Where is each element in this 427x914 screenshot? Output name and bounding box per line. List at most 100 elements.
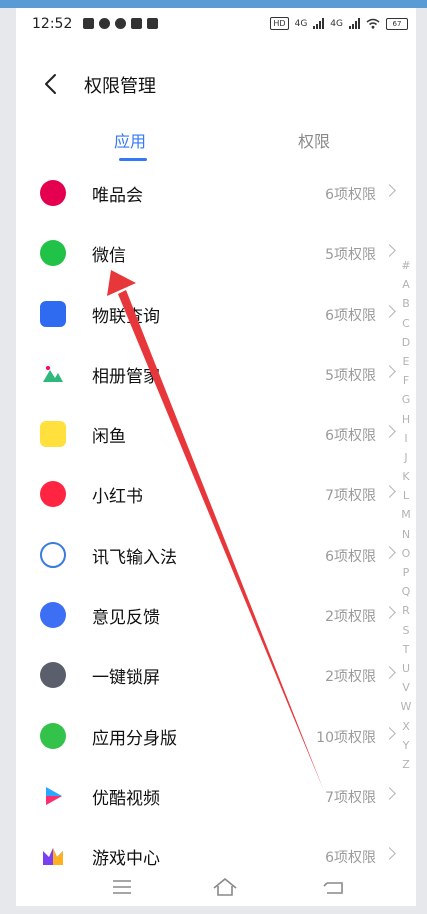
app-row-feedback[interactable]: 意见反馈 2项权限	[16, 585, 416, 645]
index-letter[interactable]: Q	[396, 582, 416, 601]
permission-count: 6项权限	[325, 428, 376, 445]
app-name: 一键锁屏	[92, 668, 160, 689]
index-letter[interactable]: G	[396, 390, 416, 409]
index-letter[interactable]: M	[396, 505, 416, 524]
menu-icon[interactable]	[109, 876, 135, 898]
index-letter[interactable]: O	[396, 544, 416, 563]
index-letter[interactable]: S	[396, 621, 416, 640]
chevron-right-icon	[383, 184, 396, 197]
chevron-right-icon	[383, 304, 396, 318]
index-letter[interactable]: P	[396, 563, 416, 582]
index-letter[interactable]: C	[396, 314, 416, 333]
signal-icon	[349, 18, 360, 29]
youku-icon	[40, 782, 66, 809]
chevron-right-icon	[383, 606, 396, 619]
app-row-xiaohongshu[interactable]: 小红书 7项权限	[16, 464, 416, 524]
permission-count: 6项权限	[325, 307, 376, 324]
app-list: 唯品会 6项权限 微信 5项权限 物联查询 6项权限 相册管家 5项权限 闲鱼	[16, 163, 416, 887]
app-row-app-clone[interactable]: 应用分身版 10项权限	[16, 706, 416, 766]
app-notification-icon	[115, 18, 126, 29]
notification-icon	[83, 18, 94, 29]
permission-count: 2项权限	[325, 669, 376, 686]
iot-query-icon	[40, 300, 66, 327]
tiktok-icon	[147, 18, 158, 29]
home-icon[interactable]	[212, 876, 238, 898]
bell-icon	[99, 18, 110, 29]
app-clone-icon	[40, 722, 66, 749]
app-name: 物联查询	[92, 306, 160, 327]
app-row-vipshop[interactable]: 唯品会 6项权限	[16, 163, 416, 223]
index-letter[interactable]: U	[396, 659, 416, 678]
permission-count: 6项权限	[325, 850, 376, 867]
signal-icon	[313, 18, 325, 29]
album-icon	[40, 360, 66, 387]
feedback-icon	[40, 602, 66, 629]
permission-count: 7项权限	[325, 488, 376, 505]
index-letter[interactable]: Z	[396, 755, 416, 774]
battery-icon: 67	[386, 17, 408, 30]
index-letter[interactable]: K	[396, 467, 416, 486]
app-row-album[interactable]: 相册管家 5项权限	[16, 344, 416, 404]
app-name: 优酷视频	[92, 788, 160, 809]
xiaohongshu-icon	[40, 481, 66, 508]
index-letter[interactable]: H	[396, 410, 416, 429]
index-letter[interactable]: I	[396, 429, 416, 448]
index-letter[interactable]: E	[396, 352, 416, 371]
tab-permissions[interactable]: 权限	[298, 128, 330, 152]
index-letter[interactable]: R	[396, 601, 416, 620]
chevron-right-icon	[383, 244, 396, 258]
index-letter[interactable]: T	[396, 640, 416, 659]
phone-screen: 12:52 HD 4G 4G 67 权限管理 应用 权限 唯品会 6项权限 微信…	[16, 8, 416, 906]
xianyu-icon	[40, 421, 66, 448]
app-name: 意见反馈	[92, 608, 160, 629]
status-bar: 12:52 HD 4G 4G 67	[16, 8, 416, 42]
alphabet-index[interactable]: # A B C D E F G H I J K L M N O P Q R S T U V W X Y Z	[396, 256, 416, 774]
index-letter[interactable]: X	[396, 717, 416, 736]
index-letter[interactable]: L	[396, 486, 416, 505]
return-icon[interactable]	[321, 876, 347, 898]
wechat-icon	[40, 240, 66, 267]
index-letter[interactable]: D	[396, 333, 416, 352]
permission-count: 2项权限	[325, 609, 376, 626]
permission-count: 10项权限	[316, 729, 376, 746]
permission-count: 5项权限	[325, 247, 376, 264]
status-right: HD 4G 4G 67	[270, 17, 408, 30]
vipshop-icon	[40, 180, 66, 206]
chevron-right-icon	[383, 787, 396, 800]
app-row-youku[interactable]: 优酷视频 7项权限	[16, 766, 416, 826]
index-letter[interactable]: N	[396, 525, 416, 544]
index-letter[interactable]: A	[396, 275, 416, 294]
header: 权限管理	[16, 64, 416, 114]
index-letter[interactable]: F	[396, 371, 416, 390]
app-name: 相册管家	[92, 366, 160, 387]
bottom-navigation-bar	[16, 868, 416, 906]
index-letter[interactable]: V	[396, 678, 416, 697]
permission-count: 7项权限	[325, 789, 376, 806]
back-arrow-icon[interactable]	[38, 70, 66, 98]
app-name: 闲鱼	[92, 427, 126, 448]
permission-count: 5项权限	[325, 367, 376, 384]
chevron-right-icon	[383, 545, 396, 559]
chevron-right-icon	[383, 726, 396, 740]
tab-apps[interactable]: 应用	[114, 128, 146, 152]
crown-icon	[131, 18, 142, 29]
app-row-iot-query[interactable]: 物联查询 6项权限	[16, 284, 416, 344]
index-letter[interactable]: W	[396, 697, 416, 716]
app-row-wechat[interactable]: 微信 5项权限	[16, 223, 416, 283]
game-center-icon	[40, 843, 66, 870]
app-row-iflytek[interactable]: 讯飞输入法 6项权限	[16, 525, 416, 585]
index-letter[interactable]: #	[396, 256, 416, 275]
app-name: 应用分身版	[92, 728, 177, 749]
app-row-lockscreen[interactable]: 一键锁屏 2项权限	[16, 645, 416, 705]
lockscreen-icon	[40, 662, 66, 689]
index-letter[interactable]: J	[396, 448, 416, 467]
chevron-right-icon	[383, 666, 396, 680]
signal-label-2: 4G	[330, 18, 343, 29]
index-letter[interactable]: B	[396, 294, 416, 313]
wifi-icon	[366, 18, 380, 29]
permission-count: 6项权限	[325, 187, 376, 203]
active-tab-indicator	[119, 158, 147, 161]
index-letter[interactable]: Y	[396, 736, 416, 755]
permission-count: 6项权限	[325, 548, 376, 565]
app-row-xianyu[interactable]: 闲鱼 6项权限	[16, 404, 416, 464]
